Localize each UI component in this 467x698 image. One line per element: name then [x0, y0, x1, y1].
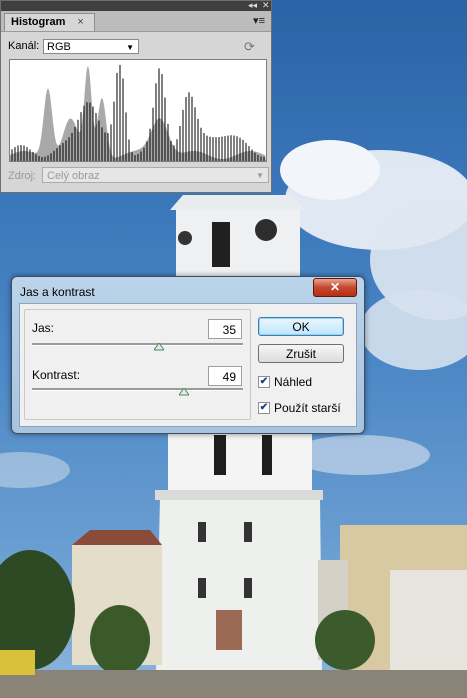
panel-menu-icon[interactable]: ▾≡: [253, 14, 265, 27]
refresh-icon[interactable]: ⟳: [244, 39, 255, 55]
channel-value: RGB: [47, 41, 71, 53]
close-icon: ✕: [329, 280, 341, 294]
collapse-panel-icon[interactable]: ◂◂: [248, 0, 257, 11]
preview-checkbox[interactable]: ✔: [258, 376, 270, 388]
histogram-graph: [9, 59, 267, 162]
cancel-button[interactable]: Zrušit: [258, 344, 344, 363]
source-value: Celý obraz: [47, 170, 100, 182]
dialog-close-button[interactable]: ✕: [313, 278, 357, 297]
contrast-input[interactable]: 49: [208, 366, 242, 386]
panel-tab-row: Histogram × ▾≡: [1, 11, 271, 32]
histogram-graph-svg: [10, 65, 266, 161]
tab-histogram[interactable]: Histogram ×: [4, 13, 95, 31]
dialog-body: Jas: 35 Kontrast: 49 OK Zrušit ✔ Náhled …: [19, 303, 357, 427]
brightness-contrast-dialog: Jas a kontrast ✕ Jas: 35 Kontrast: 49 OK…: [11, 276, 365, 434]
channel-label: Kanál:: [8, 40, 40, 52]
source-label: Zdroj:: [8, 170, 37, 182]
legacy-checkbox[interactable]: ✔: [258, 402, 270, 414]
chevron-down-icon: ▼: [256, 171, 264, 180]
ok-button[interactable]: OK: [258, 317, 344, 336]
brightness-input[interactable]: 35: [208, 319, 242, 339]
panel-top-bar: ◂◂ ✕: [1, 0, 271, 11]
preview-label: Náhled: [274, 375, 313, 389]
dialog-title: Jas a kontrast: [20, 285, 95, 299]
tab-histogram-label: Histogram: [11, 16, 66, 28]
channel-select[interactable]: RGB ▼: [43, 39, 139, 54]
close-panel-icon[interactable]: ✕: [262, 0, 270, 11]
brightness-slider-track[interactable]: [32, 343, 243, 346]
brightness-label: Jas:: [32, 321, 55, 335]
source-select: Celý obraz ▼: [42, 167, 269, 183]
chevron-down-icon: ▼: [126, 43, 134, 52]
legacy-label: Použít starší: [274, 401, 341, 415]
adjustments-group: Jas: 35 Kontrast: 49: [24, 309, 251, 420]
tab-close-icon[interactable]: ×: [77, 16, 83, 28]
histogram-panel: ◂◂ ✕ Histogram × ▾≡ Kanál: RGB ▼ ⟳ Zdroj:…: [0, 0, 272, 193]
contrast-label: Kontrast:: [32, 368, 81, 382]
contrast-slider-track[interactable]: [32, 388, 243, 391]
